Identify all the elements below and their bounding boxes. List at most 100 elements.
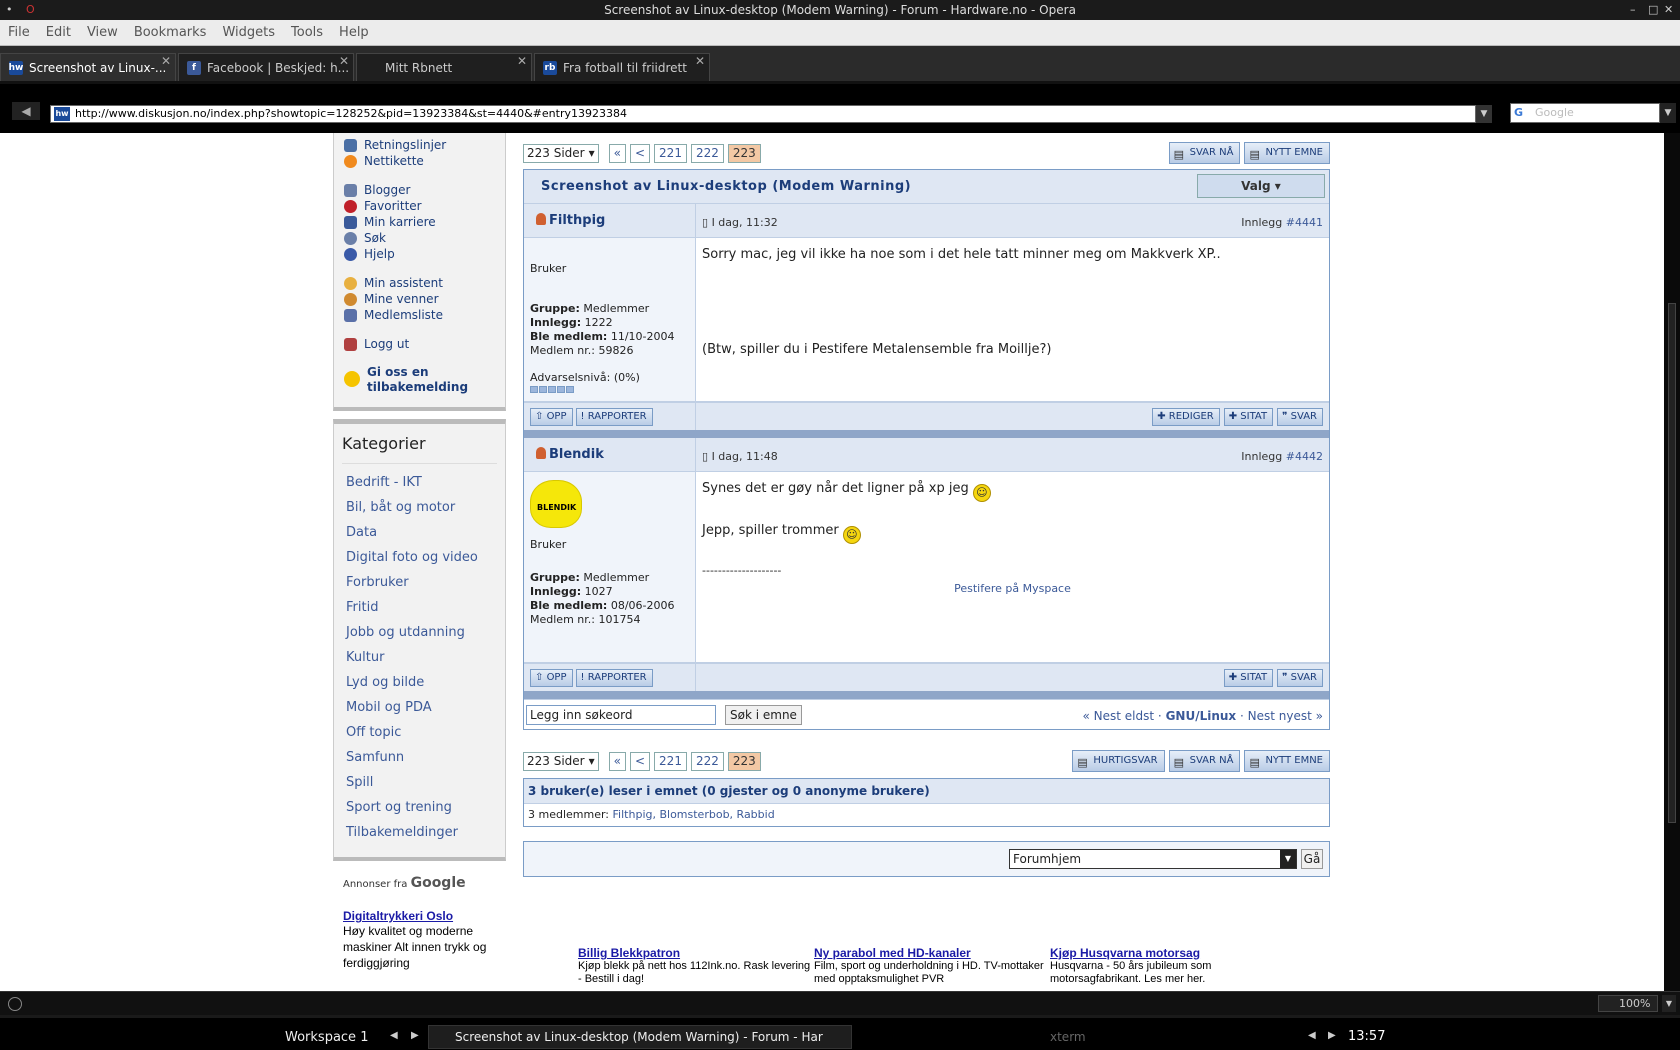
author-name[interactable]: Blendik	[536, 447, 604, 462]
category-link[interactable]: Spill	[342, 770, 497, 795]
sidebar-item-medlemsliste[interactable]: Medlemsliste	[344, 307, 497, 323]
author-name[interactable]: Filthpig	[536, 213, 605, 228]
older-topic-link[interactable]: « Nest eldst	[1083, 709, 1155, 723]
page-link[interactable]: 221	[654, 751, 687, 771]
next-task-icon[interactable]: ▶	[1328, 1030, 1336, 1041]
sidebar-item-nettikette[interactable]: Nettikette	[344, 153, 497, 169]
category-link[interactable]: Bil, båt og motor	[342, 495, 497, 520]
ad-link[interactable]: Ny parabol med HD-kanaler	[814, 946, 1050, 960]
category-link[interactable]: Bedrift - IKT	[342, 470, 497, 495]
category-link[interactable]: Kultur	[342, 645, 497, 670]
quote-button[interactable]: ✚ SITAT	[1223, 668, 1274, 687]
up-button[interactable]: ⇧ OPP	[530, 407, 573, 426]
pages-dropdown[interactable]: 223 Sider ▾	[523, 751, 599, 771]
menu-edit[interactable]: Edit	[46, 25, 71, 40]
quick-reply-button[interactable]: ▤ HURTIGSVAR	[1072, 750, 1165, 772]
reply-button[interactable]: ❞ SVAR	[1277, 668, 1323, 687]
quote-button[interactable]: ✚ SITAT	[1223, 407, 1274, 426]
sidebar-item-min-assistent[interactable]: Min assistent	[344, 275, 497, 291]
reply-button[interactable]: ❞ SVAR	[1277, 407, 1323, 426]
taskbar-xterm[interactable]: xterm	[1050, 1030, 1086, 1044]
vertical-scrollbar[interactable]	[1664, 133, 1680, 991]
tab-fotball[interactable]: rb Fra fotball til friidrett ✕	[534, 53, 710, 81]
first-page-button[interactable]: «	[608, 143, 626, 163]
post-link[interactable]: #4442	[1286, 450, 1323, 463]
close-tab-icon[interactable]: ✕	[339, 54, 349, 68]
prev-page-button[interactable]: <	[629, 751, 651, 771]
pages-dropdown[interactable]: 223 Sider ▾	[523, 143, 599, 163]
menu-help[interactable]: Help	[339, 25, 369, 40]
tab-facebook[interactable]: f Facebook | Beskjed: h... ✕	[178, 53, 354, 81]
category-link[interactable]: Mobil og PDA	[342, 695, 497, 720]
sidebar-item-favoritter[interactable]: Favoritter	[344, 198, 497, 214]
ad-link[interactable]: Digitaltrykkeri Oslo	[343, 909, 496, 923]
address-dropdown-icon[interactable]: ▼	[1476, 105, 1492, 123]
window-menu-icon[interactable]: •	[6, 0, 13, 20]
minimize-icon[interactable]: –	[1630, 0, 1636, 20]
menu-file[interactable]: File	[8, 25, 30, 40]
category-link[interactable]: Off topic	[342, 720, 497, 745]
post-link[interactable]: #4441	[1286, 216, 1323, 229]
category-link[interactable]: Lyd og bilde	[342, 670, 497, 695]
page-link[interactable]: 221	[654, 143, 687, 163]
reply-now-button[interactable]: ▤ SVAR NÅ	[1168, 750, 1241, 772]
menu-tools[interactable]: Tools	[291, 25, 323, 40]
page-link[interactable]: 222	[690, 143, 724, 163]
sidebar-item-min-karriere[interactable]: Min karriere	[344, 214, 497, 230]
edit-button[interactable]: ✚ REDIGER	[1152, 407, 1220, 426]
sidebar-item-feedback[interactable]: Gi oss en tilbakemelding	[344, 365, 497, 395]
new-topic-button[interactable]: ▤ NYTT EMNE	[1244, 750, 1330, 772]
topic-search-input[interactable]: Legg inn søkeord	[526, 704, 716, 725]
sidebar-item-retningslinjer[interactable]: Retningslinjer	[344, 137, 497, 153]
newer-topic-link[interactable]: Nest nyest »	[1248, 709, 1323, 723]
search-field[interactable]: G Google	[1510, 103, 1660, 123]
sidebar-item-hjelp[interactable]: Hjelp	[344, 246, 497, 262]
category-link[interactable]: Fritid	[342, 595, 497, 620]
page-link[interactable]: 222	[690, 751, 724, 771]
taskbar-opera-window[interactable]: Screenshot av Linux-desktop (Modem Warni…	[428, 1025, 852, 1049]
zoom-control[interactable]: 100%	[1598, 995, 1658, 1012]
opera-unite-icon[interactable]	[8, 997, 22, 1011]
zoom-dropdown-icon[interactable]: ▼	[1662, 995, 1676, 1012]
search-engine-dropdown-icon[interactable]: ▼	[1660, 103, 1676, 123]
topic-search-button[interactable]: Søk i emne	[725, 704, 802, 725]
category-link[interactable]: Data	[342, 520, 497, 545]
address-field[interactable]: hw http://www.diskusjon.no/index.php?sho…	[50, 105, 1476, 123]
reply-now-button[interactable]: ▤ SVAR NÅ	[1168, 142, 1241, 164]
category-link[interactable]: Digital foto og video	[342, 545, 497, 570]
next-workspace-icon[interactable]: ▶	[411, 1030, 419, 1041]
tab-screenshot[interactable]: hw Screenshot av Linux-... ✕	[0, 53, 176, 81]
report-button[interactable]: ! RAPPORTER	[575, 407, 653, 426]
first-page-button[interactable]: «	[608, 751, 626, 771]
sidebar-item-mine-venner[interactable]: Mine venner	[344, 291, 497, 307]
forum-link[interactable]: GNU/Linux	[1166, 709, 1237, 723]
category-link[interactable]: Forbruker	[342, 570, 497, 595]
prev-task-icon[interactable]: ◀	[1308, 1030, 1316, 1041]
workspace-label[interactable]: Workspace 1	[285, 1030, 368, 1045]
ad-link[interactable]: Kjøp Husqvarna motorsag	[1050, 946, 1286, 960]
maximize-icon[interactable]: □	[1648, 0, 1658, 20]
warning-level[interactable]: Advarselsnivå: (0%)	[530, 371, 689, 385]
menu-view[interactable]: View	[87, 25, 118, 40]
go-button[interactable]: Gå	[1301, 849, 1323, 869]
scrollbar-thumb[interactable]	[1668, 303, 1676, 823]
member-links[interactable]: Filthpig, Blomsterbob, Rabbid	[613, 808, 775, 821]
ad-link[interactable]: Billig Blekkpatron	[578, 946, 814, 960]
menu-bookmarks[interactable]: Bookmarks	[134, 25, 207, 40]
signature-link[interactable]: Pestifere på Myspace	[702, 580, 1323, 598]
menu-widgets[interactable]: Widgets	[222, 25, 275, 40]
new-topic-button[interactable]: ▤ NYTT EMNE	[1244, 142, 1330, 164]
category-link[interactable]: Sport og trening	[342, 795, 497, 820]
sidebar-item-blogger[interactable]: Blogger	[344, 182, 497, 198]
category-link[interactable]: Tilbakemeldinger	[342, 820, 497, 845]
tab-mitt-rbnett[interactable]: Mitt Rbnett ✕	[356, 53, 532, 81]
close-icon[interactable]: ✕	[1664, 0, 1673, 20]
back-button[interactable]: ◀	[12, 102, 40, 120]
category-link[interactable]: Jobb og utdanning	[342, 620, 497, 645]
prev-workspace-icon[interactable]: ◀	[390, 1030, 398, 1041]
report-button[interactable]: ! RAPPORTER	[575, 668, 653, 687]
category-link[interactable]: Samfunn	[342, 745, 497, 770]
up-button[interactable]: ⇧ OPP	[530, 668, 573, 687]
prev-page-button[interactable]: <	[629, 143, 651, 163]
close-tab-icon[interactable]: ✕	[161, 54, 171, 68]
